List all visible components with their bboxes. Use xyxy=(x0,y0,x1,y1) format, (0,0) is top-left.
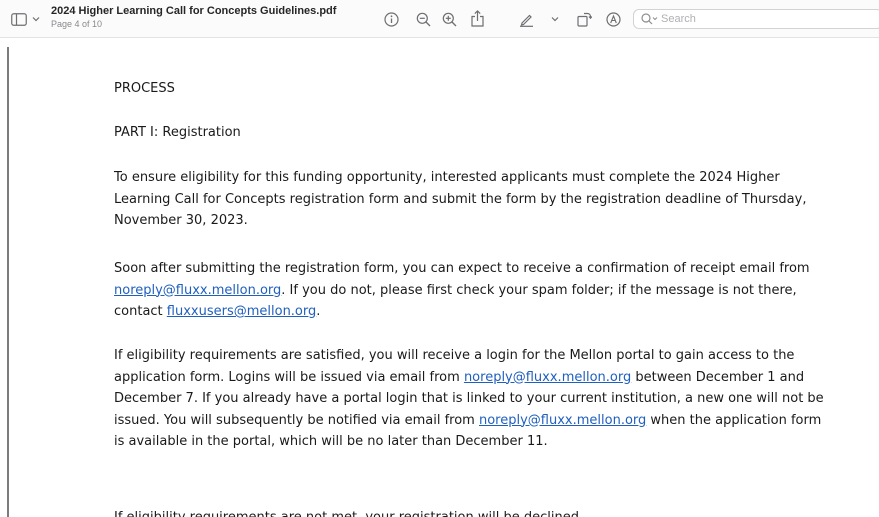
paragraph-text: To ensure eligibility for this funding o… xyxy=(114,170,807,228)
document-title: 2024 Higher Learning Call for Concepts G… xyxy=(51,5,337,17)
paragraph-login: If eligibility requirements are satisfie… xyxy=(114,345,834,453)
share-icon xyxy=(470,10,484,27)
paragraph-declined: If eligibility requirements are not met,… xyxy=(114,507,834,517)
zoom-out-icon xyxy=(416,12,430,26)
rotate-icon xyxy=(576,12,592,27)
page-edge xyxy=(7,47,9,517)
zoom-in-icon xyxy=(442,12,456,26)
info-button[interactable] xyxy=(383,11,399,27)
rotate-button[interactable] xyxy=(576,11,592,27)
info-icon xyxy=(383,11,399,27)
section-heading: PROCESS xyxy=(114,81,175,96)
search-options[interactable] xyxy=(641,13,658,25)
zoom-in-button[interactable] xyxy=(441,11,457,27)
paragraph-text: . xyxy=(316,304,321,319)
chevron-down-icon xyxy=(32,17,40,22)
page-indicator: Page 4 of 10 xyxy=(51,19,103,29)
paragraph-text: If eligibility requirements are not met,… xyxy=(114,510,583,517)
search-input[interactable] xyxy=(661,12,861,26)
paragraph-text: Soon after submitting the registration f… xyxy=(114,261,810,276)
document-view[interactable]: PROCESS PART I: Registration To ensure e… xyxy=(0,38,879,517)
email-link[interactable]: noreply@fluxx.mellon.org xyxy=(114,283,281,298)
highlight-pen-icon xyxy=(519,14,533,27)
paragraph-eligibility: To ensure eligibility for this funding o… xyxy=(114,167,834,232)
toolbar: 2024 Higher Learning Call for Concepts G… xyxy=(0,0,879,38)
highlight-options-button[interactable] xyxy=(550,14,560,24)
sidebar-toggle-button[interactable] xyxy=(11,12,27,26)
paragraph-confirmation: Soon after submitting the registration f… xyxy=(114,258,834,323)
search-field[interactable] xyxy=(633,9,879,29)
highlight-button[interactable] xyxy=(518,11,534,27)
zoom-out-button[interactable] xyxy=(415,11,431,27)
markup-button[interactable] xyxy=(605,11,621,27)
share-button[interactable] xyxy=(469,9,485,28)
email-link[interactable]: fluxxusers@mellon.org xyxy=(167,304,316,319)
email-link[interactable]: noreply@fluxx.mellon.org xyxy=(464,370,631,385)
email-link[interactable]: noreply@fluxx.mellon.org xyxy=(479,413,646,428)
part-heading: PART I: Registration xyxy=(114,125,241,140)
markup-icon xyxy=(605,11,621,27)
sidebar-icon xyxy=(11,12,27,26)
chevron-down-icon xyxy=(551,17,559,22)
sidebar-options-button[interactable] xyxy=(31,14,41,24)
search-icon xyxy=(641,13,658,25)
